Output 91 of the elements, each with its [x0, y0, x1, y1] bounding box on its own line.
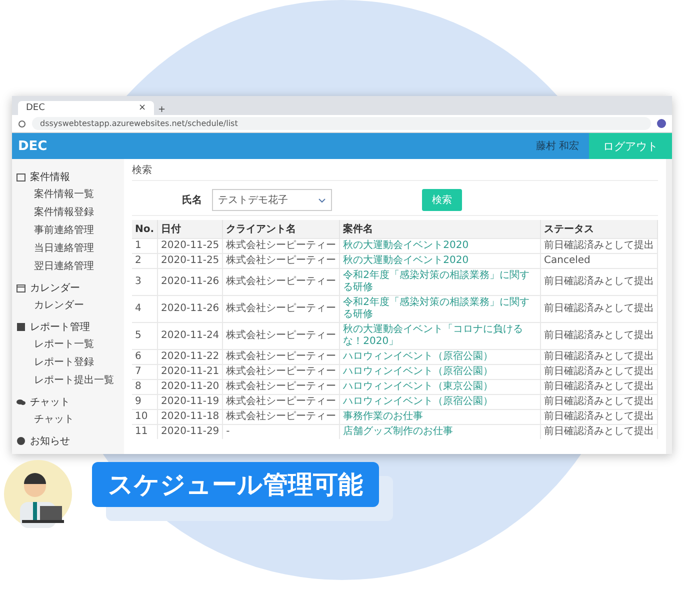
table-cell: 4	[132, 296, 158, 322]
table-cell: 10	[132, 410, 158, 424]
table-cell: Canceled	[540, 254, 658, 268]
table-cell: 株式会社シーピーティー	[222, 350, 340, 364]
sidebar-heading: 案件情報	[30, 170, 70, 184]
project-link[interactable]: 事務作業のお仕事	[340, 410, 540, 424]
table-cell: 前日確認済みとして提出	[540, 364, 658, 380]
table-cell: 前日確認済みとして提出	[540, 238, 658, 254]
table-cell: 前日確認済みとして提出	[540, 380, 658, 394]
table-cell: 前日確認済みとして提出	[540, 394, 658, 410]
sidebar-item[interactable]: チャット	[16, 411, 120, 427]
project-link[interactable]: 店舗グッズ制作のお仕事	[340, 424, 540, 439]
chat-icon	[16, 397, 26, 407]
table-cell: 1	[132, 238, 158, 254]
table-cell: 8	[132, 380, 158, 394]
column-header: 案件名	[340, 220, 540, 238]
project-link[interactable]: ハロウィンイベント（原宿公園）	[340, 394, 540, 410]
sidebar-heading: レポート管理	[30, 321, 90, 334]
table-cell: 株式会社シーピーティー	[222, 380, 340, 394]
table-cell: 2020-11-19	[158, 394, 223, 410]
sidebar-heading: チャット	[30, 396, 70, 409]
sidebar-item[interactable]: 案件情報一覧	[16, 186, 120, 202]
table-cell: 株式会社シーピーティー	[222, 322, 340, 350]
table-cell: 前日確認済みとして提出	[540, 350, 658, 364]
table-cell: 株式会社シーピーティー	[222, 394, 340, 410]
table-cell: 株式会社シーピーティー	[222, 238, 340, 254]
browser-tab[interactable]: DEC ×	[18, 101, 154, 115]
table-cell: 3	[132, 268, 158, 296]
table-cell: 2020-11-29	[158, 424, 223, 439]
chevron-down-icon	[318, 198, 326, 202]
sidebar-item[interactable]: 当日連絡管理	[16, 240, 120, 256]
profile-icon[interactable]	[657, 119, 666, 128]
avatar	[2, 458, 74, 530]
project-link[interactable]: ハロウィンイベント（東京公園）	[340, 380, 540, 394]
sidebar-item[interactable]: 翌日連絡管理	[16, 258, 120, 274]
sidebar-item[interactable]: レポート提出一覧	[16, 372, 120, 388]
name-select[interactable]: テストデモ花子	[212, 189, 332, 211]
table-cell: 2020-11-25	[158, 254, 223, 268]
table-cell: 9	[132, 394, 158, 410]
project-link[interactable]: ハロウィンイベント（原宿公園）	[340, 350, 540, 364]
column-header: クライアント名	[222, 220, 340, 238]
table-cell: 2020-11-26	[158, 268, 223, 296]
project-link[interactable]: 令和2年度「感染対策の相談業務」に関する研修	[340, 296, 540, 322]
table-cell: -	[222, 424, 340, 439]
table-cell: 2020-11-20	[158, 380, 223, 394]
table-cell: 2020-11-18	[158, 410, 223, 424]
table-cell: 前日確認済みとして提出	[540, 296, 658, 322]
table-cell: 2	[132, 254, 158, 268]
sidebar-heading: お知らせ	[30, 435, 70, 448]
user-menu[interactable]: 藤村 和宏	[536, 139, 579, 153]
tab-close-button[interactable]: ×	[138, 103, 146, 113]
table-cell: 2020-11-22	[158, 350, 223, 364]
table-cell: 前日確認済みとして提出	[540, 424, 658, 439]
logo: DEC	[18, 138, 48, 154]
project-link[interactable]: 秋の大運動会イベント2020	[340, 254, 540, 268]
table-cell: 株式会社シーピーティー	[222, 364, 340, 380]
column-header: 日付	[158, 220, 223, 238]
table-cell: 11	[132, 424, 158, 439]
sidebar-item[interactable]: レポート登録	[16, 354, 120, 370]
table-cell: 5	[132, 322, 158, 350]
table-icon	[16, 172, 26, 182]
project-link[interactable]: ハロウィンイベント（原宿公園）	[340, 364, 540, 380]
table-cell: 2020-11-25	[158, 238, 223, 254]
table-cell: 株式会社シーピーティー	[222, 268, 340, 296]
table-cell: 2020-11-21	[158, 364, 223, 380]
calendar-icon	[16, 283, 26, 293]
sidebar-item[interactable]: 案件情報登録	[16, 204, 120, 220]
table-cell: 6	[132, 350, 158, 364]
table-cell: 前日確認済みとして提出	[540, 410, 658, 424]
table-cell: 2020-11-24	[158, 322, 223, 350]
project-link[interactable]: 秋の大運動会イベント2020	[340, 238, 540, 254]
table-cell: 2020-11-26	[158, 296, 223, 322]
table-cell: 前日確認済みとして提出	[540, 268, 658, 296]
sidebar-item[interactable]: 事前連絡管理	[16, 222, 120, 238]
sidebar-item[interactable]: レポート一覧	[16, 336, 120, 352]
table-cell: 7	[132, 364, 158, 380]
table-cell: 株式会社シーピーティー	[222, 254, 340, 268]
field-label: 氏名	[182, 194, 202, 207]
project-link[interactable]: 令和2年度「感染対策の相談業務」に関する研修	[340, 268, 540, 296]
project-link[interactable]: 秋の大運動会イベント「コロナに負けるな！2020」	[340, 322, 540, 350]
column-header: No.	[132, 220, 158, 238]
table-cell: 前日確認済みとして提出	[540, 322, 658, 350]
table-cell: 株式会社シーピーティー	[222, 296, 340, 322]
sidebar-heading: カレンダー	[30, 282, 80, 295]
address-bar[interactable]: dssyswebtestapp.azurewebsites.net/schedule/list	[32, 117, 651, 130]
callout-banner: スケジュール管理可能	[92, 462, 379, 507]
breadcrumb: 検索	[132, 163, 658, 181]
sidebar-item[interactable]: カレンダー	[16, 297, 120, 313]
table-cell: 株式会社シーピーティー	[222, 410, 340, 424]
new-tab-button[interactable]: +	[158, 105, 166, 115]
column-header: ステータス	[540, 220, 658, 238]
